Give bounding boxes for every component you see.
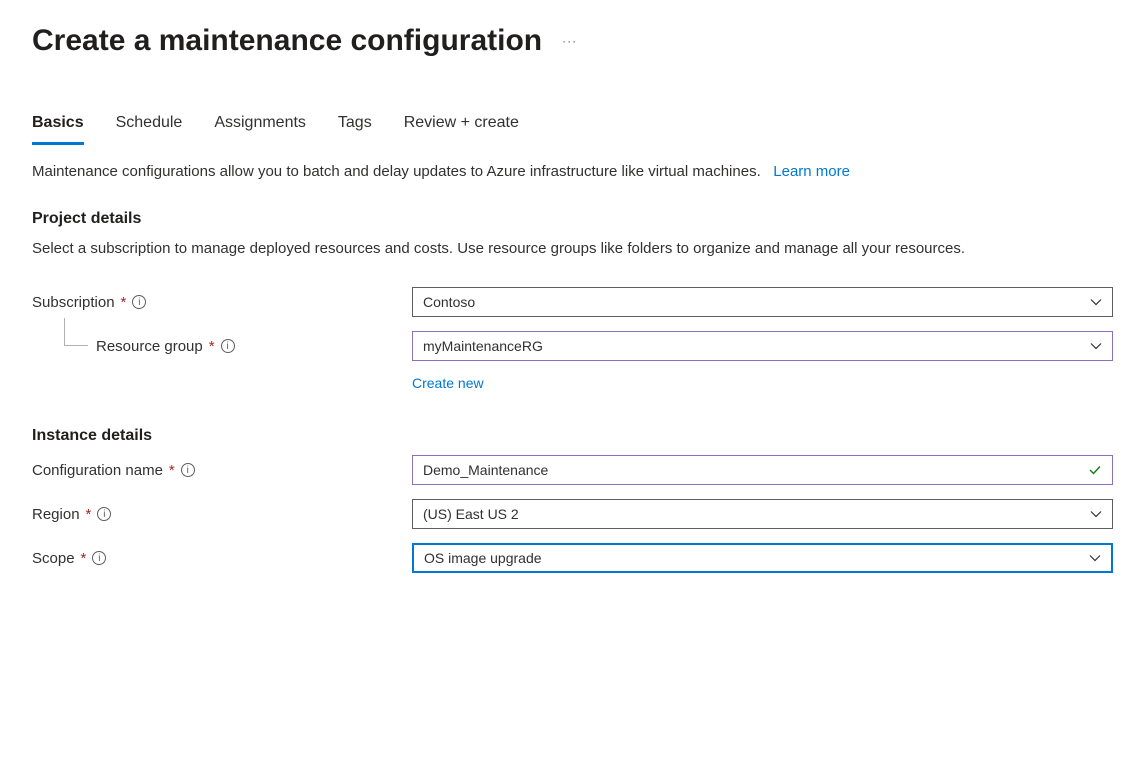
region-label: Region * i xyxy=(32,506,412,523)
tab-schedule[interactable]: Schedule xyxy=(116,114,183,145)
scope-select[interactable]: OS image upgrade xyxy=(412,543,1113,573)
required-marker: * xyxy=(121,294,127,311)
resource-group-select[interactable]: myMaintenanceRG xyxy=(412,331,1113,361)
tab-review-create[interactable]: Review + create xyxy=(404,114,519,145)
instance-details-section: Instance details Configuration name * i … xyxy=(32,427,1113,573)
info-icon[interactable]: i xyxy=(132,295,146,309)
info-icon[interactable]: i xyxy=(221,339,235,353)
intro-text: Maintenance configurations allow you to … xyxy=(32,163,1113,180)
chevron-down-icon xyxy=(1090,296,1102,308)
instance-details-title: Instance details xyxy=(32,427,1113,445)
info-icon[interactable]: i xyxy=(97,507,111,521)
scope-label: Scope * i xyxy=(32,550,412,567)
intro-body: Maintenance configurations allow you to … xyxy=(32,163,761,180)
resource-group-label-text: Resource group xyxy=(96,338,203,355)
subscription-label: Subscription * i xyxy=(32,294,412,311)
configuration-name-value: Demo_Maintenance xyxy=(423,462,548,478)
region-value: (US) East US 2 xyxy=(423,506,519,522)
resource-group-value: myMaintenanceRG xyxy=(423,338,543,354)
required-marker: * xyxy=(209,338,215,355)
tab-tags[interactable]: Tags xyxy=(338,114,372,145)
more-actions-button[interactable]: ··· xyxy=(562,34,577,48)
project-details-desc: Select a subscription to manage deployed… xyxy=(32,238,1113,259)
required-marker: * xyxy=(169,462,175,479)
configuration-name-input[interactable]: Demo_Maintenance xyxy=(412,455,1113,485)
tab-basics[interactable]: Basics xyxy=(32,114,84,145)
required-marker: * xyxy=(81,550,87,567)
required-marker: * xyxy=(86,506,92,523)
chevron-down-icon xyxy=(1090,508,1102,520)
configuration-name-label: Configuration name * i xyxy=(32,462,412,479)
project-details-section: Project details Select a subscription to… xyxy=(32,210,1113,391)
subscription-select[interactable]: Contoso xyxy=(412,287,1113,317)
indent-connector xyxy=(64,318,88,346)
learn-more-link[interactable]: Learn more xyxy=(773,163,850,180)
resource-group-label: Resource group * i xyxy=(32,338,412,355)
tab-assignments[interactable]: Assignments xyxy=(214,114,306,145)
scope-value: OS image upgrade xyxy=(424,550,542,566)
tabstrip: Basics Schedule Assignments Tags Review … xyxy=(32,114,1113,145)
configuration-name-label-text: Configuration name xyxy=(32,462,163,479)
create-new-rg-link[interactable]: Create new xyxy=(412,375,484,391)
subscription-value: Contoso xyxy=(423,294,475,310)
subscription-label-text: Subscription xyxy=(32,294,115,311)
info-icon[interactable]: i xyxy=(181,463,195,477)
region-select[interactable]: (US) East US 2 xyxy=(412,499,1113,529)
info-icon[interactable]: i xyxy=(92,551,106,565)
region-label-text: Region xyxy=(32,506,80,523)
page-title: Create a maintenance configuration xyxy=(32,24,542,58)
check-icon xyxy=(1088,463,1102,477)
scope-label-text: Scope xyxy=(32,550,75,567)
chevron-down-icon xyxy=(1090,340,1102,352)
project-details-title: Project details xyxy=(32,210,1113,228)
chevron-down-icon xyxy=(1089,552,1101,564)
